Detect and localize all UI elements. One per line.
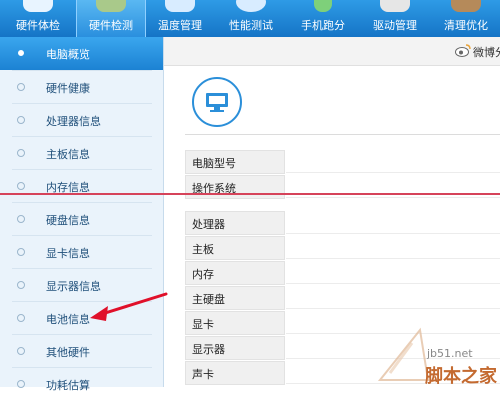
info-value bbox=[286, 236, 500, 259]
computer-overview-icon bbox=[192, 77, 242, 127]
monitor-icon bbox=[206, 93, 228, 112]
sidebar-item-label: 电脑概览 bbox=[46, 48, 90, 61]
bullet-icon bbox=[17, 83, 25, 91]
tab-label: 硬件体检 bbox=[16, 19, 60, 32]
bullet-icon bbox=[18, 50, 24, 56]
sidebar: 电脑概览 硬件健康 处理器信息 主板信息 内存信息 硬盘信息 显卡信息 显示器信… bbox=[0, 37, 164, 392]
tab-label: 性能测试 bbox=[229, 19, 273, 32]
info-label: 显示器 bbox=[192, 343, 225, 356]
tab-hardware-checkup[interactable]: 硬件体检 bbox=[0, 0, 76, 37]
bullet-icon bbox=[17, 314, 25, 322]
annotation-arrow-icon bbox=[90, 292, 168, 321]
monitor-icon bbox=[23, 0, 53, 12]
sidebar-item-gpu[interactable]: 显卡信息 bbox=[0, 236, 163, 269]
tab-performance[interactable]: 性能测试 bbox=[215, 0, 287, 37]
driver-icon bbox=[380, 0, 410, 12]
divider bbox=[185, 134, 500, 135]
tab-label: 手机跑分 bbox=[301, 19, 345, 32]
sidebar-item-label: 硬盘信息 bbox=[46, 214, 90, 227]
watermark-site: jb51.net bbox=[427, 347, 473, 360]
info-row-cpu: 处理器 bbox=[185, 211, 500, 235]
sidebar-item-label: 硬件健康 bbox=[46, 82, 90, 95]
info-row-gpu: 显卡 bbox=[185, 311, 500, 335]
tab-label: 驱动管理 bbox=[373, 19, 417, 32]
tab-temperature[interactable]: 温度管理 bbox=[145, 0, 215, 37]
sidebar-item-label: 主板信息 bbox=[46, 148, 90, 161]
bullet-icon bbox=[17, 347, 25, 355]
gauge-icon bbox=[236, 0, 266, 12]
tab-label: 清理优化 bbox=[444, 19, 488, 32]
tab-driver[interactable]: 驱动管理 bbox=[359, 0, 431, 37]
tab-cleanup[interactable]: 清理优化 bbox=[432, 0, 500, 37]
thermometer-icon bbox=[165, 0, 195, 12]
sidebar-item-disk[interactable]: 硬盘信息 bbox=[0, 203, 163, 236]
info-value bbox=[286, 211, 500, 234]
sidebar-item-other[interactable]: 其他硬件 bbox=[0, 335, 163, 368]
info-row-model: 电脑型号 bbox=[185, 150, 500, 174]
sidebar-item-overview[interactable]: 电脑概览 bbox=[0, 37, 163, 70]
tab-label: 温度管理 bbox=[158, 19, 202, 32]
info-label: 电脑型号 bbox=[192, 157, 236, 170]
sidebar-item-power[interactable]: 功耗估算 bbox=[0, 368, 163, 401]
bullet-icon bbox=[17, 281, 25, 289]
info-row-memory: 内存 bbox=[185, 261, 500, 285]
share-bar: 微博分 bbox=[164, 37, 500, 66]
watermark-logo-icon bbox=[377, 327, 430, 381]
bullet-icon bbox=[17, 248, 25, 256]
bullet-icon bbox=[17, 182, 25, 190]
top-toolbar: 硬件体检 硬件检测 温度管理 性能测试 手机跑分 驱动管理 清理优化 bbox=[0, 0, 500, 37]
info-value bbox=[286, 150, 500, 173]
tab-hardware-detect[interactable]: 硬件检测 bbox=[76, 0, 146, 37]
info-value bbox=[286, 261, 500, 284]
info-label: 处理器 bbox=[192, 218, 225, 231]
chip-icon bbox=[96, 0, 126, 12]
share-label[interactable]: 微博分 bbox=[473, 44, 500, 60]
bullet-icon bbox=[17, 215, 25, 223]
info-row-disk: 主硬盘 bbox=[185, 286, 500, 310]
broom-icon bbox=[451, 0, 481, 12]
sidebar-item-health[interactable]: 硬件健康 bbox=[0, 71, 163, 104]
sidebar-item-label: 其他硬件 bbox=[46, 346, 90, 359]
weibo-icon[interactable] bbox=[455, 43, 471, 57]
sidebar-item-label: 显卡信息 bbox=[46, 247, 90, 260]
info-value bbox=[286, 286, 500, 309]
annotation-line bbox=[0, 193, 500, 195]
sidebar-item-memory[interactable]: 内存信息 bbox=[0, 170, 163, 203]
tab-phone-benchmark[interactable]: 手机跑分 bbox=[288, 0, 358, 37]
bullet-icon bbox=[17, 149, 25, 157]
info-row-os: 操作系统 bbox=[185, 175, 500, 199]
info-label: 主板 bbox=[192, 243, 214, 256]
tab-label: 硬件检测 bbox=[89, 19, 133, 32]
info-row-motherboard: 主板 bbox=[185, 236, 500, 260]
sidebar-item-label: 电池信息 bbox=[46, 313, 90, 326]
sidebar-item-label: 处理器信息 bbox=[46, 115, 101, 128]
sidebar-item-label: 功耗估算 bbox=[46, 379, 90, 392]
sidebar-item-motherboard[interactable]: 主板信息 bbox=[0, 137, 163, 170]
info-label: 显卡 bbox=[192, 318, 214, 331]
info-label: 声卡 bbox=[192, 368, 214, 381]
watermark-name: 脚本之家 bbox=[425, 366, 497, 387]
info-label: 内存 bbox=[192, 268, 214, 281]
bullet-icon bbox=[17, 116, 25, 124]
sidebar-item-cpu[interactable]: 处理器信息 bbox=[0, 104, 163, 137]
info-label: 主硬盘 bbox=[192, 293, 225, 306]
phone-icon bbox=[314, 0, 332, 12]
